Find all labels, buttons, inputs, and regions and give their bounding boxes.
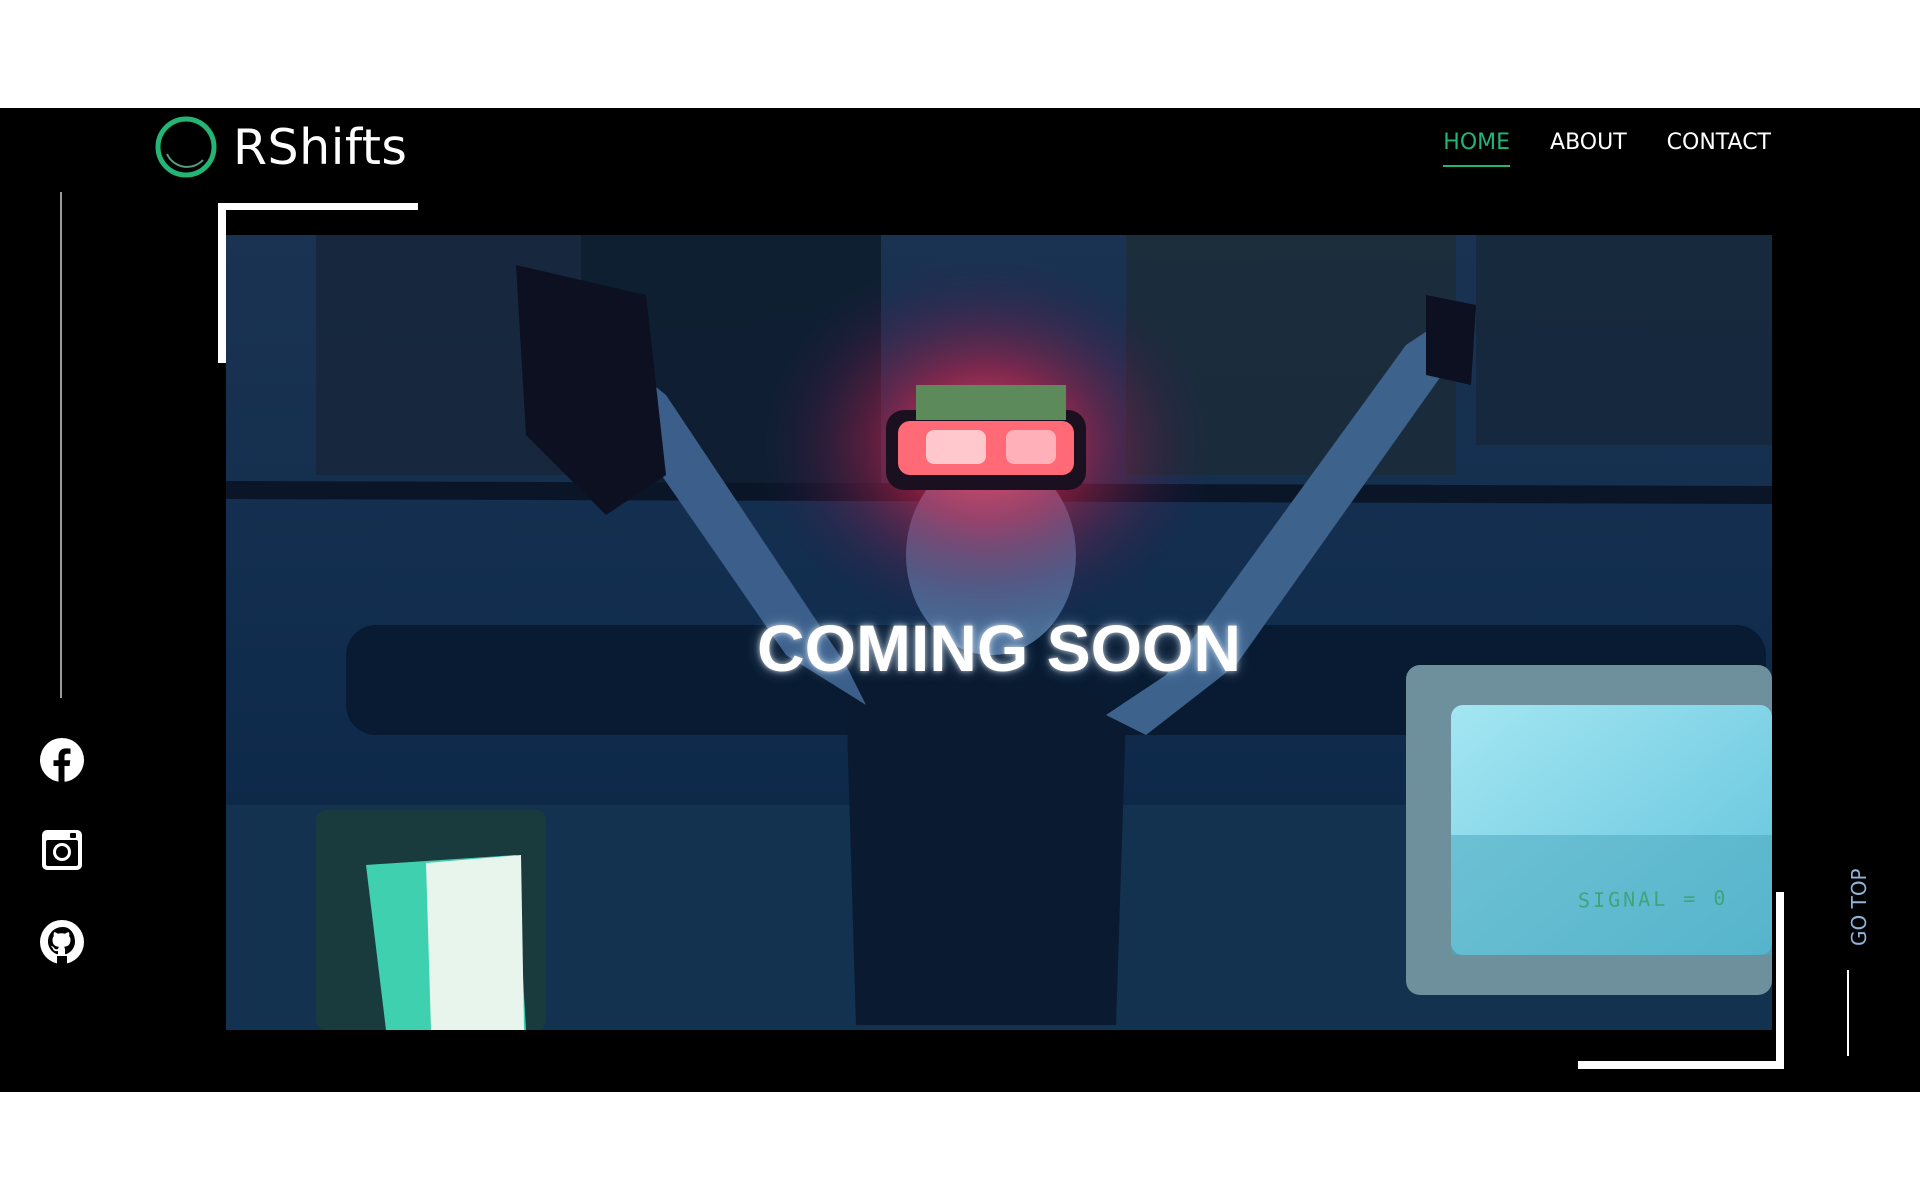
nav-contact[interactable]: CONTACT <box>1667 130 1771 167</box>
brand-logo[interactable]: RShifts <box>153 114 407 180</box>
facebook-icon <box>40 738 84 782</box>
coming-soon-heading: COMING SOON <box>756 611 1241 685</box>
github-icon <box>40 920 84 964</box>
facebook-link[interactable] <box>38 736 86 784</box>
brand-name: RShifts <box>233 118 408 176</box>
nav-about[interactable]: ABOUT <box>1550 130 1627 167</box>
main-nav: HOME ABOUT CONTACT <box>1443 130 1771 167</box>
go-top-label: GO TOP <box>1847 868 1871 946</box>
page-stage: RShifts HOME ABOUT CONTACT COMING SOON S… <box>0 108 1920 1092</box>
logo-ring-icon <box>155 116 217 178</box>
hero-frame-corner-bottom-right <box>1578 892 1784 1069</box>
instagram-link[interactable] <box>38 826 86 874</box>
hero-video[interactable]: COMING SOON SIGNAL = 0 <box>226 235 1772 1030</box>
instagram-icon <box>42 830 82 870</box>
go-top-button[interactable]: GO TOP <box>1835 868 1875 1078</box>
go-top-line <box>1847 970 1849 1056</box>
left-rail-divider <box>60 192 62 698</box>
nav-home[interactable]: HOME <box>1443 130 1511 167</box>
github-link[interactable] <box>38 918 86 966</box>
